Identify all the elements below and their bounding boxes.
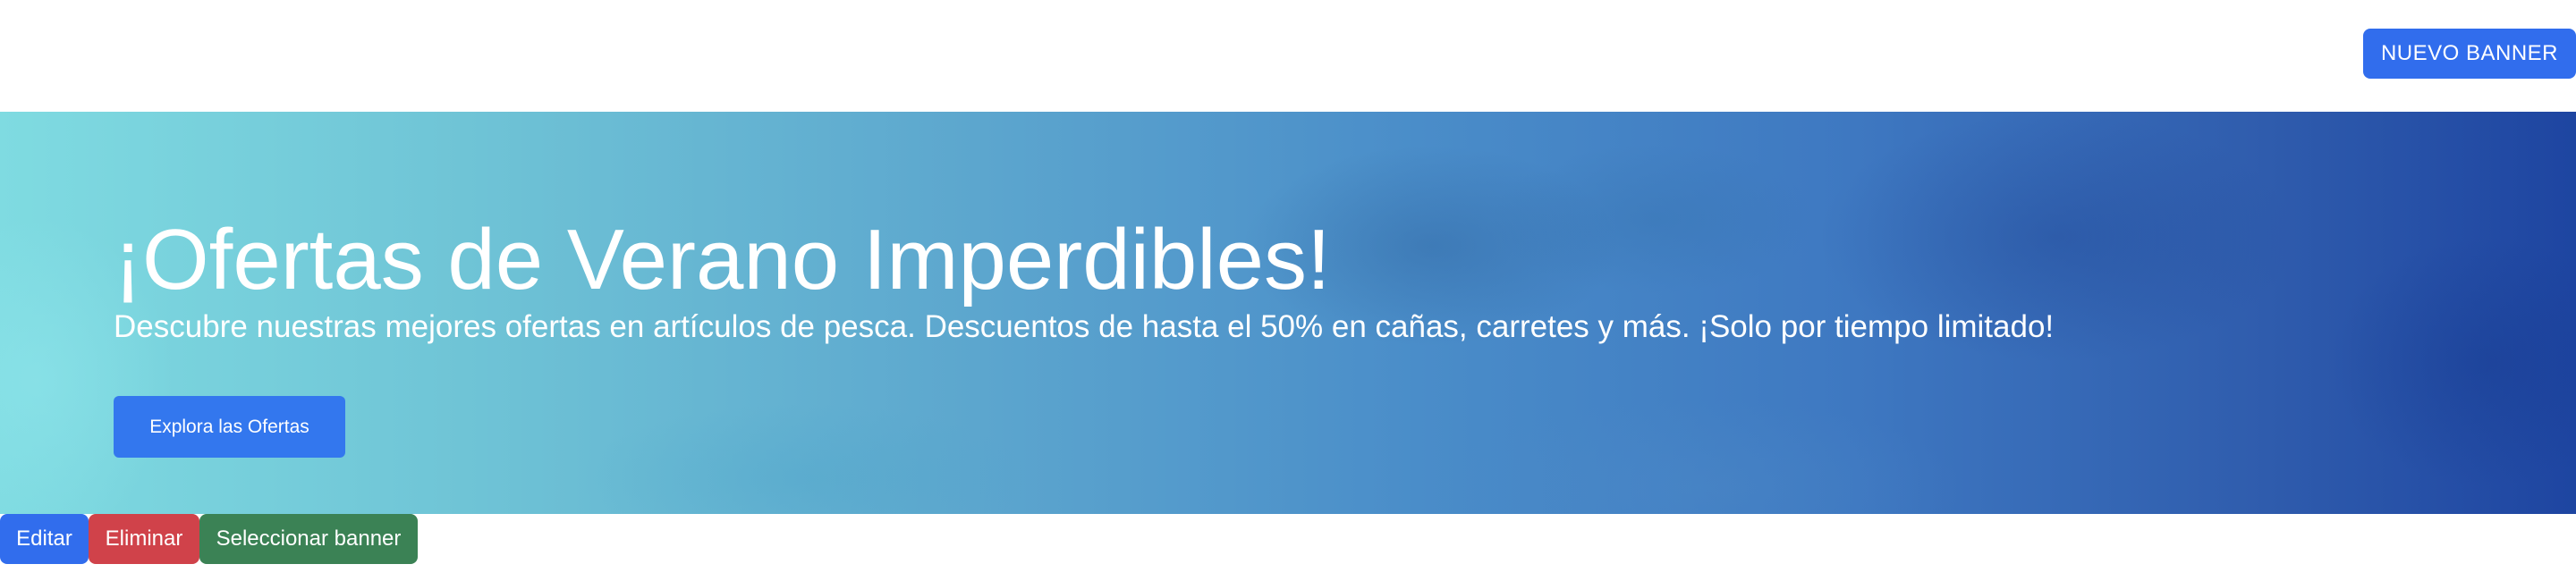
top-bar: NUEVO BANNER [0, 0, 2576, 112]
new-banner-button[interactable]: NUEVO BANNER [2362, 29, 2576, 79]
banner-title: ¡Ofertas de Verano Imperdibles! [114, 212, 1331, 307]
edit-button[interactable]: Editar [0, 514, 89, 564]
select-banner-button[interactable]: Seleccionar banner [199, 514, 418, 564]
banner-actions: Editar Eliminar Seleccionar banner [0, 514, 2576, 566]
promo-banner: ¡Ofertas de Verano Imperdibles! Descubre… [0, 112, 2576, 514]
explore-offers-button[interactable]: Explora las Ofertas [114, 396, 345, 458]
delete-button[interactable]: Eliminar [89, 514, 199, 564]
banner-subtitle: Descubre nuestras mejores ofertas en art… [114, 309, 2055, 344]
